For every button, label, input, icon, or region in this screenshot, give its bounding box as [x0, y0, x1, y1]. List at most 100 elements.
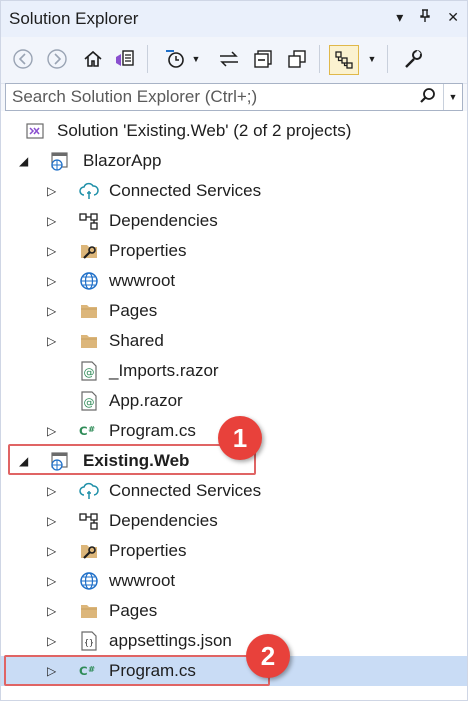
folder-icon — [79, 331, 99, 351]
highlight-box-program-cs — [4, 655, 270, 686]
tree-label: App.razor — [109, 391, 183, 410]
search-input[interactable] — [10, 86, 414, 108]
search-options-dropdown-icon[interactable]: ▼ — [443, 84, 462, 110]
toolbar-separator — [319, 45, 320, 73]
tree-item[interactable]: ▷ Properties — [1, 236, 467, 266]
pin-icon[interactable] — [419, 9, 431, 26]
svg-text:@: @ — [84, 366, 95, 379]
tree-label: Program.cs — [109, 421, 196, 440]
collapsed-arrow-icon[interactable]: ▷ — [47, 484, 59, 498]
tree-item[interactable]: ▷ Shared — [1, 326, 467, 356]
tree-label: BlazorApp — [83, 151, 162, 170]
solution-icon — [25, 121, 45, 141]
tree-item[interactable]: ▷ Properties — [1, 536, 467, 566]
tree-label: wwwroot — [109, 571, 176, 590]
pending-changes-filter-icon[interactable] — [161, 45, 189, 73]
tree-item[interactable]: ▷ wwwroot — [1, 566, 467, 596]
globe-icon — [79, 571, 99, 591]
properties-folder-icon — [79, 241, 99, 261]
folder-icon — [79, 601, 99, 621]
collapsed-arrow-icon[interactable]: ▷ — [47, 544, 59, 558]
globe-icon — [79, 271, 99, 291]
collapsed-arrow-icon[interactable]: ▷ — [47, 334, 59, 348]
collapsed-arrow-icon[interactable]: ▷ — [47, 424, 59, 438]
solution-explorer-window: Solution Explorer ▾ ✕ ▼ ▼ Search Solutio… — [0, 0, 468, 701]
collapsed-arrow-icon[interactable]: ▷ — [47, 574, 59, 588]
tree-label: Connected Services — [109, 181, 262, 200]
collapse-all-icon[interactable] — [249, 45, 277, 73]
home-icon[interactable] — [79, 45, 107, 73]
collapsed-arrow-icon[interactable]: ▷ — [47, 214, 59, 228]
svg-text:@: @ — [84, 396, 95, 409]
connected-services-icon — [79, 481, 99, 501]
collapsed-arrow-icon[interactable]: ▷ — [47, 634, 59, 648]
tree-item[interactable]: ▷ {} appsettings.json — [1, 626, 467, 656]
collapsed-arrow-icon[interactable]: ▷ — [47, 604, 59, 618]
search-box[interactable]: ▼ — [5, 83, 463, 111]
preview-selected-items-icon[interactable] — [329, 45, 359, 75]
properties-folder-icon — [79, 541, 99, 561]
toolbar-separator — [147, 45, 148, 73]
search-icon[interactable] — [418, 86, 438, 106]
expanded-arrow-icon[interactable]: ◢ — [19, 154, 31, 168]
highlight-box-existing-web — [8, 444, 256, 475]
tree-item[interactable]: ▷ Connected Services — [1, 476, 467, 506]
toolbar-separator — [387, 45, 388, 73]
tree-label: Pages — [109, 301, 158, 320]
web-project-icon — [49, 151, 69, 171]
dependencies-icon — [79, 511, 99, 531]
tree-label: Properties — [109, 241, 187, 260]
tree-label: Dependencies — [109, 511, 218, 530]
svg-text:{}: {} — [84, 638, 94, 647]
close-icon[interactable]: ✕ — [447, 9, 459, 26]
tree-label: Properties — [109, 541, 187, 560]
csharp-file-icon: C # — [79, 421, 99, 441]
tree-item[interactable]: ▷ Pages — [1, 596, 467, 626]
switch-views-icon[interactable] — [111, 45, 139, 73]
show-all-files-icon[interactable] — [283, 45, 311, 73]
folder-icon — [79, 301, 99, 321]
window-title: Solution Explorer — [9, 9, 139, 28]
collapsed-arrow-icon[interactable]: ▷ — [47, 304, 59, 318]
dropdown-icon[interactable]: ▼ — [365, 45, 379, 73]
collapsed-arrow-icon[interactable]: ▷ — [47, 274, 59, 288]
tree-project-blazorapp[interactable]: ◢ BlazorApp — [1, 146, 467, 176]
tree-label: Dependencies — [109, 211, 218, 230]
tree-label: Pages — [109, 601, 158, 620]
collapsed-arrow-icon[interactable]: ▷ — [47, 184, 59, 198]
annotation-badge-2: 2 — [246, 634, 290, 678]
tree-label: Connected Services — [109, 481, 262, 500]
tree-item[interactable]: ▷ Pages — [1, 296, 467, 326]
tree-label: Solution 'Existing.Web' (2 of 2 projects… — [57, 121, 352, 140]
tree-label: Shared — [109, 331, 164, 350]
collapsed-arrow-icon[interactable]: ▷ — [47, 514, 59, 528]
solution-tree: Solution 'Existing.Web' (2 of 2 projects… — [1, 111, 467, 700]
tree-item[interactable]: @ _Imports.razor — [1, 356, 467, 386]
tree-label: wwwroot — [109, 271, 176, 290]
svg-text:#: # — [88, 424, 95, 434]
sync-with-document-icon[interactable] — [215, 45, 243, 73]
tree-label: appsettings.json — [109, 631, 232, 650]
svg-text:C: C — [79, 424, 88, 438]
tree-item[interactable]: ▷ Connected Services — [1, 176, 467, 206]
tree-item[interactable]: @ App.razor — [1, 386, 467, 416]
dependencies-icon — [79, 211, 99, 231]
title-bar: Solution Explorer ▾ ✕ — [1, 1, 467, 37]
json-file-icon: {} — [79, 631, 99, 651]
back-icon[interactable] — [9, 45, 37, 73]
forward-icon[interactable] — [43, 45, 71, 73]
tree-solution-node[interactable]: Solution 'Existing.Web' (2 of 2 projects… — [1, 116, 467, 146]
annotation-badge-1: 1 — [218, 416, 262, 460]
dropdown-icon[interactable]: ▼ — [189, 45, 203, 73]
tree-item[interactable]: ▷ Dependencies — [1, 506, 467, 536]
tree-item[interactable]: ▷ wwwroot — [1, 266, 467, 296]
razor-file-icon: @ — [79, 391, 99, 411]
properties-icon[interactable] — [399, 45, 427, 73]
tree-label: _Imports.razor — [109, 361, 219, 380]
razor-file-icon: @ — [79, 361, 99, 381]
connected-services-icon — [79, 181, 99, 201]
toolbar: ▼ ▼ — [1, 37, 467, 84]
dropdown-icon[interactable]: ▾ — [396, 9, 403, 26]
tree-item[interactable]: ▷ Dependencies — [1, 206, 467, 236]
collapsed-arrow-icon[interactable]: ▷ — [47, 244, 59, 258]
